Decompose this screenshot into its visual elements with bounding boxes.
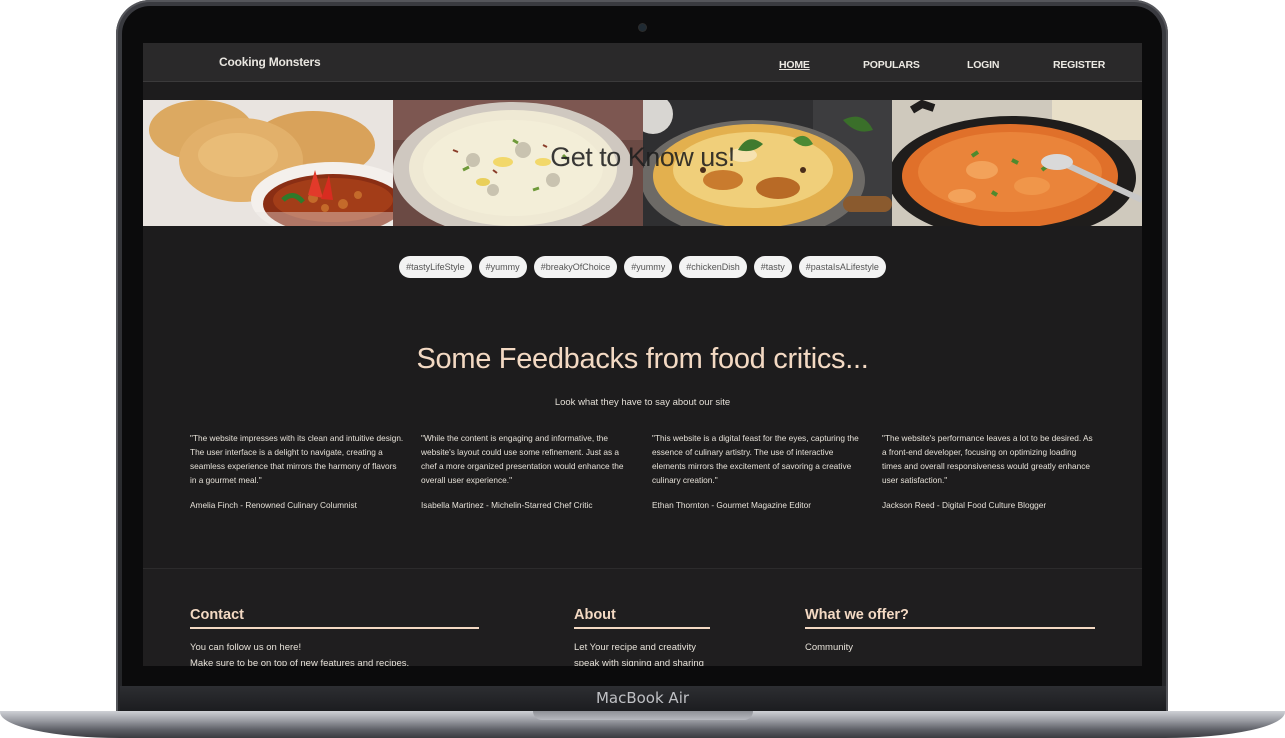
nav-populars[interactable]: POPULARS [863, 59, 920, 71]
site-brand[interactable]: Cooking Monsters [219, 55, 321, 69]
footer-contact-line: Make sure to be on top of new features a… [190, 658, 410, 666]
nav-login[interactable]: LOGIN [967, 59, 999, 71]
review-author: Ethan Thornton - Gourmet Magazine Editor [652, 500, 811, 510]
review-quote: "The website's performance leaves a lot … [882, 433, 1093, 485]
footer-offer-link[interactable]: Community [805, 640, 853, 656]
tag-chip[interactable]: #breakyOfChoice [533, 256, 618, 278]
review-quote: "This website is a digital feast for the… [652, 433, 859, 485]
review-author: Amelia Finch - Renowned Culinary Columni… [190, 500, 357, 510]
footer-contact-line: You can follow us on here! [190, 642, 302, 653]
footer-offer-heading: What we offer? [805, 607, 1095, 629]
nav-register[interactable]: REGISTER [1053, 59, 1105, 71]
laptop-notch [533, 711, 753, 720]
nav-home[interactable]: HOME [779, 59, 810, 71]
review-quote: "While the content is engaging and infor… [421, 433, 624, 485]
tag-chip[interactable]: #chickenDish [679, 256, 747, 278]
tag-chip[interactable]: #pastaIsALifestyle [798, 256, 886, 278]
footer-about-line: Let Your recipe and creativity [574, 642, 696, 653]
review-author: Isabella Martinez - Michelin-Starred Che… [421, 500, 593, 510]
tag-chip[interactable]: #tastyLifeStyle [399, 256, 472, 278]
footer: Contact You can follow us on here! Make … [143, 568, 1142, 666]
feedback-title: Some Feedbacks from food critics... [416, 343, 869, 375]
footer-about-heading: About [574, 607, 710, 629]
camera-icon [639, 24, 646, 31]
device-label: MacBook Air [595, 689, 690, 707]
footer-about-line: speak with signing and sharing [574, 658, 704, 666]
hero-banner: Get to Know us! [143, 100, 1142, 226]
website-screen: Cooking Monsters HOME POPULARS LOGIN REG… [143, 43, 1142, 666]
review-quote: "The website impresses with its clean an… [190, 433, 404, 485]
tag-chip[interactable]: #tasty [753, 256, 792, 278]
feedback-subtitle: Look what they have to say about our sit… [554, 397, 731, 408]
tag-chip[interactable]: #yummy [624, 256, 673, 278]
review-author: Jackson Reed - Digital Food Culture Blog… [882, 500, 1047, 510]
navbar: Cooking Monsters HOME POPULARS LOGIN REG… [143, 43, 1142, 82]
footer-contact-heading: Contact [190, 607, 479, 629]
tag-chip[interactable]: #yummy [478, 256, 527, 278]
hero-title: Get to Know us! [550, 142, 735, 172]
hashtag-list: #tastyLifeStyle #yummy #breakyOfChoice #… [143, 256, 1142, 278]
